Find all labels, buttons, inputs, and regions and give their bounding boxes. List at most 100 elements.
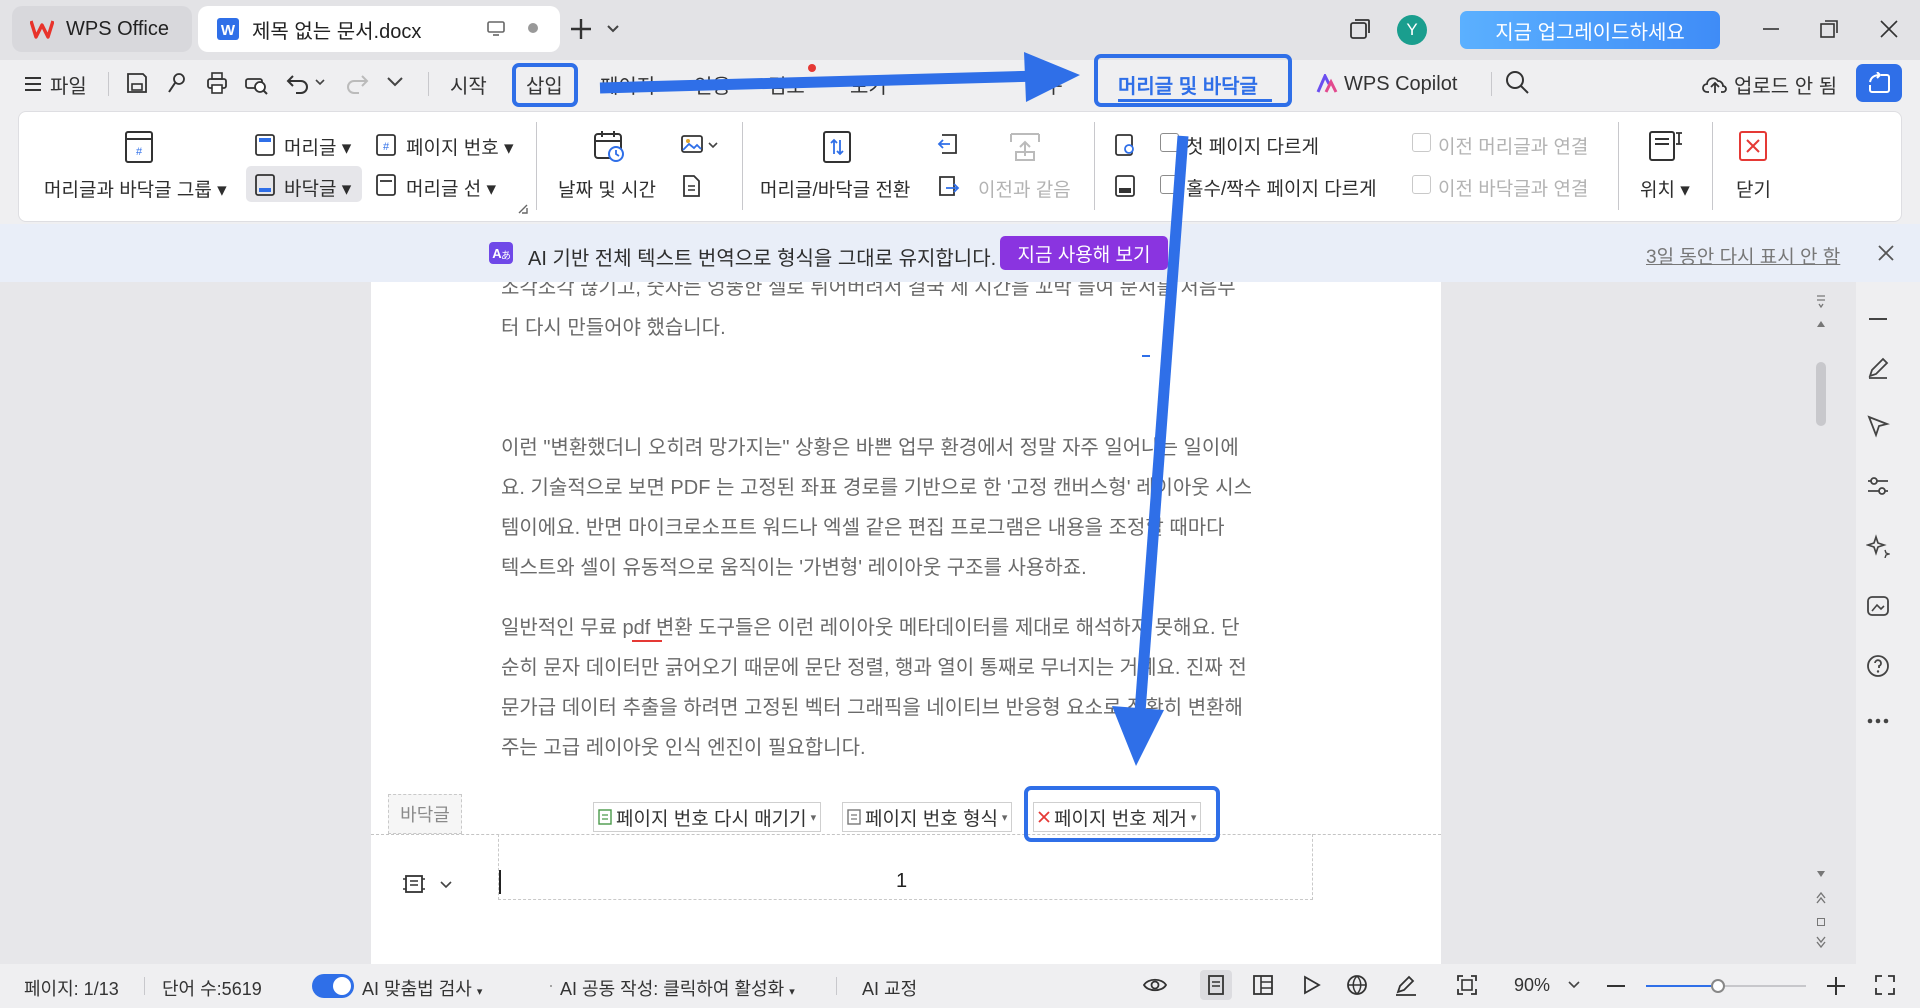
pen-icon[interactable] — [1866, 356, 1890, 380]
scroll-down-icon[interactable] — [1817, 870, 1825, 878]
print-icon[interactable] — [204, 70, 230, 96]
scrollbar-thumb[interactable] — [1816, 362, 1826, 426]
collapse-panel-icon[interactable] — [1866, 308, 1890, 330]
menu-view[interactable]: 보기 — [850, 68, 887, 100]
zoom-slider-thumb[interactable] — [1711, 979, 1725, 993]
monitor-icon[interactable] — [486, 18, 506, 38]
annotate-pen-icon[interactable] — [1394, 974, 1418, 996]
save-icon[interactable] — [124, 70, 150, 96]
web-layout-icon[interactable] — [1252, 974, 1274, 996]
avatar[interactable]: Y — [1397, 15, 1427, 45]
page-setup-icon[interactable] — [1114, 133, 1136, 157]
new-tab-icon[interactable] — [568, 16, 594, 42]
upgrade-button[interactable]: 지금 업그레이드하세요 — [1460, 11, 1720, 49]
previous-section-icon[interactable] — [936, 132, 960, 156]
next-page-icon[interactable] — [1816, 936, 1826, 948]
svg-text:#: # — [383, 141, 390, 153]
menu-tools[interactable]: 도구 — [1026, 68, 1063, 100]
header-footer-group-button[interactable]: 머리글과 바닥글 그룹 ▾ — [44, 175, 227, 202]
try-now-button[interactable]: 지금 사용해 보기 — [1000, 236, 1168, 270]
footer-setup-icon[interactable] — [1114, 174, 1136, 198]
print-preview-icon[interactable] — [243, 70, 269, 96]
undo-dropdown-icon[interactable] — [315, 77, 325, 87]
tab-wps-office[interactable]: WPS Office — [12, 6, 192, 52]
menu-review[interactable]: 검토 — [768, 68, 805, 100]
header-line-button[interactable]: 머리글 선 ▾ — [406, 174, 496, 201]
paragraph-1[interactable]: 이런 "변환했더니 오히려 망가지는" 상황은 바쁜 업무 환경에서 정말 자주… — [501, 428, 1311, 588]
more-chevron-icon[interactable] — [386, 75, 404, 89]
more-options-icon[interactable] — [1866, 716, 1890, 726]
dismiss-3-days-link[interactable]: 3일 동안 다시 표시 안 함 — [1646, 242, 1840, 269]
browse-object-icon[interactable] — [1817, 918, 1825, 926]
page-number-button[interactable]: 페이지 번호 ▾ — [406, 133, 514, 160]
format-painter-icon[interactable] — [164, 70, 190, 96]
select-cursor-icon[interactable] — [1866, 414, 1890, 438]
window-tabs-icon[interactable] — [1348, 17, 1372, 41]
help-icon[interactable] — [1866, 654, 1890, 678]
prev-page-icon[interactable] — [1816, 892, 1826, 904]
share-button[interactable] — [1856, 64, 1902, 102]
zoom-out-icon[interactable] — [1606, 984, 1626, 988]
fit-screen-icon[interactable] — [1456, 974, 1478, 996]
fullscreen-icon[interactable] — [1874, 974, 1896, 996]
print-layout-icon[interactable] — [1200, 970, 1232, 1000]
ai-co-writing[interactable]: AI 공동 작성: 클릭하여 활성화 ▾ — [560, 975, 795, 1001]
odd-even-different-checkbox[interactable] — [1160, 175, 1179, 194]
zoom-in-icon[interactable] — [1826, 976, 1846, 996]
ai-spell-toggle[interactable] — [312, 974, 354, 998]
link-previous-footer-checkbox[interactable] — [1412, 175, 1431, 194]
upload-status[interactable]: 업로드 안 됨 — [1702, 68, 1837, 100]
chevron-down-icon[interactable] — [606, 22, 620, 36]
menu-references[interactable]: 인용 — [694, 68, 731, 100]
file-menu[interactable]: 파일 — [24, 68, 87, 100]
page-number-format-button[interactable]: 페이지 번호 형식 ▾ — [842, 802, 1013, 832]
menu-home[interactable]: 시작 — [450, 68, 487, 100]
search-icon[interactable] — [1504, 69, 1530, 95]
word-count[interactable]: 단어 수:5619 — [162, 975, 262, 1001]
picture-dropdown-icon[interactable] — [708, 140, 718, 150]
wps-copilot-button[interactable]: WPS Copilot — [1316, 68, 1457, 100]
globe-icon[interactable] — [1346, 974, 1368, 996]
tab-document[interactable]: W 제목 없는 문서.docx — [198, 6, 560, 52]
paragraph-2[interactable]: 일반적인 무료 pdf 변환 도구들은 이런 레이아웃 메타데이터를 제대로 해… — [501, 608, 1311, 768]
scroll-split-icon[interactable] — [1816, 294, 1826, 312]
restore-icon[interactable] — [1818, 18, 1840, 40]
close-banner-icon[interactable] — [1876, 243, 1896, 263]
minimize-icon[interactable] — [1760, 18, 1782, 40]
eye-icon[interactable] — [1142, 974, 1168, 996]
first-page-different-checkbox[interactable] — [1160, 133, 1179, 152]
ai-proofread[interactable]: AI 교정 — [862, 975, 917, 1001]
renumber-pages-button[interactable]: 페이지 번호 다시 매기기 ▾ — [593, 802, 822, 832]
paragraph-top[interactable]: 조각조각 끊기고, 숫자는 엉뚱한 셀로 튀어버려서 결국 세 시간을 꼬박 들… — [501, 268, 1311, 348]
page-count[interactable]: 페이지: 1/13 — [24, 975, 119, 1001]
close-window-icon[interactable] — [1878, 18, 1900, 40]
footer-layout-icon[interactable] — [402, 872, 426, 896]
dialog-launcher-icon[interactable] — [518, 204, 528, 214]
menu-page[interactable]: 페이지 — [600, 68, 655, 100]
play-icon[interactable] — [1300, 974, 1322, 996]
star-sparkle-icon[interactable] — [1866, 534, 1890, 558]
document-parts-icon[interactable] — [680, 174, 702, 198]
ai-spell-check[interactable]: AI 맞춤법 검사 ▾ — [362, 975, 482, 1001]
link-previous-header-checkbox[interactable] — [1412, 133, 1431, 152]
footer-page-number[interactable]: 1 — [896, 870, 907, 893]
ai-image-icon[interactable] — [1866, 594, 1890, 618]
position-button[interactable]: 위치 ▾ — [1640, 175, 1690, 202]
date-time-icon[interactable] — [592, 128, 626, 164]
close-header-footer-icon[interactable] — [1738, 130, 1768, 162]
header-footer-group-icon[interactable]: # — [124, 130, 154, 164]
zoom-level[interactable]: 90% — [1514, 975, 1550, 996]
link-previous-footer-label: 이전 바닥글과 연결 — [1438, 179, 1589, 200]
undo-icon[interactable] — [285, 70, 311, 96]
header-button[interactable]: 머리글 ▾ — [284, 133, 351, 160]
redo-icon[interactable] — [344, 70, 370, 96]
zoom-dropdown-icon[interactable] — [1568, 980, 1580, 990]
picture-icon[interactable] — [680, 133, 704, 155]
switch-header-footer-icon[interactable] — [822, 130, 852, 164]
footer-layout-dropdown-icon[interactable] — [440, 880, 452, 890]
position-icon[interactable] — [1648, 130, 1684, 164]
footer-button[interactable]: 바닥글 ▾ — [284, 174, 351, 201]
scroll-up-icon[interactable] — [1817, 320, 1825, 328]
adjust-sliders-icon[interactable] — [1866, 474, 1890, 498]
next-section-icon[interactable] — [936, 174, 960, 198]
